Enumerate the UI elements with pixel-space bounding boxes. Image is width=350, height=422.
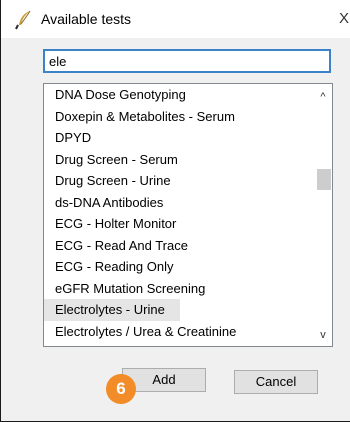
list-item[interactable]: Drug Screen - Serum bbox=[44, 149, 314, 171]
cancel-button[interactable]: Cancel bbox=[234, 370, 318, 394]
list-item[interactable]: ECG - Holter Monitor bbox=[44, 213, 314, 235]
list-item[interactable]: ECG - Reading Only bbox=[44, 256, 314, 278]
list-item[interactable]: DPYD bbox=[44, 127, 314, 149]
title-bar: Available tests X bbox=[1, 0, 350, 38]
feather-icon bbox=[15, 10, 33, 30]
scroll-down-icon[interactable]: v bbox=[314, 326, 332, 344]
tests-list-items: DNA Dose Genotyping Doxepin & Metabolites… bbox=[44, 84, 314, 339]
scroll-thumb[interactable] bbox=[317, 169, 331, 190]
list-item[interactable]: eGFR Mutation Screening bbox=[44, 278, 314, 300]
list-item[interactable]: Electrolytes - Urine bbox=[44, 299, 180, 321]
vertical-scrollbar[interactable]: ^ v bbox=[314, 84, 332, 346]
scroll-up-icon[interactable]: ^ bbox=[314, 88, 332, 106]
list-item[interactable]: ECG - Read And Trace bbox=[44, 235, 314, 257]
step-badge: 6 bbox=[106, 374, 136, 404]
list-item[interactable]: DNA Dose Genotyping bbox=[44, 84, 314, 106]
search-input[interactable] bbox=[43, 49, 331, 73]
list-item[interactable]: Doxepin & Metabolites - Serum bbox=[44, 106, 314, 128]
list-item[interactable]: ds-DNA Antibodies bbox=[44, 192, 314, 214]
close-icon[interactable]: X bbox=[339, 8, 350, 30]
available-tests-dialog: Available tests X DNA Dose GenotypingDox… bbox=[0, 0, 350, 422]
dialog-title: Available tests bbox=[41, 11, 132, 27]
list-item[interactable]: Drug Screen - Urine bbox=[44, 170, 314, 192]
tests-list[interactable]: DNA Dose Genotyping Doxepin & Metabolites… bbox=[43, 83, 333, 347]
list-item[interactable]: Electrolytes / Urea & Creatinine bbox=[44, 321, 314, 339]
